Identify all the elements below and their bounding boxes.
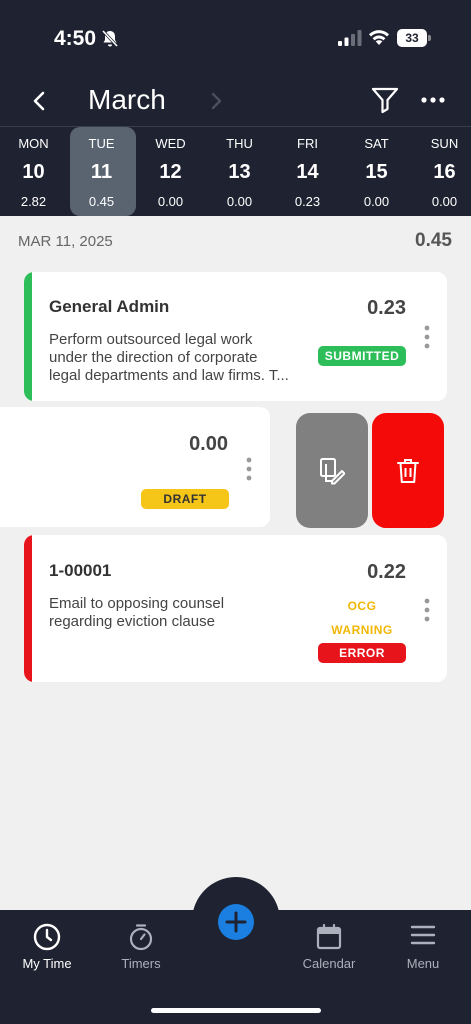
selected-date-label: MAR 11, 2025 [18, 233, 113, 250]
day-sun[interactable]: SUN 16 0.00 [411, 127, 471, 217]
day-name: THU [226, 136, 253, 151]
status-stripe [24, 272, 32, 401]
copy-edit-button[interactable] [296, 413, 368, 528]
ocg-flag: OCG [347, 599, 377, 613]
day-name: SAT [364, 136, 389, 151]
menu-icon [410, 925, 436, 945]
battery-level: 33 [397, 29, 427, 47]
day-hours: 0.00 [157, 194, 184, 209]
time-entry-card[interactable]: 1-00001 0.22 Email to opposing counsel r… [24, 535, 447, 682]
status-time: 4:50 [54, 27, 97, 50]
entry-description: Email to opposing counsel regarding evic… [49, 595, 225, 630]
tab-menu[interactable]: Menu [378, 910, 468, 980]
battery-icon: 33 [397, 29, 431, 47]
entry-title: 1-00001 [49, 561, 112, 580]
plus-icon [225, 911, 247, 933]
day-name: MON [18, 136, 49, 151]
month-title: March [88, 84, 166, 115]
stopwatch-icon [129, 924, 153, 951]
time-entry-card-swiped[interactable]: 0.00 DRAFT [0, 407, 270, 527]
home-indicator [151, 1008, 321, 1013]
tab-label: Calendar [302, 956, 356, 971]
filter-icon[interactable] [371, 86, 399, 114]
day-mon[interactable]: MON 10 2.82 [0, 127, 67, 217]
day-total: 0.45 [415, 230, 452, 251]
entry-title: General Admin [49, 297, 170, 316]
wifi-icon [369, 30, 389, 45]
day-tue[interactable]: TUE 11 0.45 [68, 127, 136, 217]
copy-edit-icon [320, 457, 345, 484]
day-hours: 0.23 [294, 194, 321, 209]
day-date: 15 [365, 161, 388, 183]
day-date: 12 [159, 161, 182, 183]
day-name: SUN [430, 136, 459, 151]
status-badge: ERROR [318, 643, 406, 663]
more-vertical-icon[interactable] [423, 324, 431, 350]
tab-my-time[interactable]: My Time [2, 910, 92, 980]
day-name: WED [155, 136, 186, 151]
status-badge: SUBMITTED [318, 346, 406, 366]
day-fri[interactable]: FRI 14 0.23 [274, 127, 341, 217]
header: 4:50 33 March MON 10 2.82 TUE 11 0.45 WE… [0, 0, 471, 216]
week-strip: MON 10 2.82 TUE 11 0.45 WED 12 0.00 THU … [0, 126, 471, 216]
day-wed[interactable]: WED 12 0.00 [137, 127, 204, 217]
calendar-icon [316, 923, 342, 950]
status-stripe [24, 535, 32, 682]
tab-label: My Time [22, 956, 72, 971]
day-hours: 0.00 [363, 194, 390, 209]
entry-amount: 0.22 [367, 561, 406, 583]
status-bar: 4:50 33 [0, 0, 471, 70]
chevron-left-icon[interactable] [26, 86, 52, 116]
day-summary: MAR 11, 2025 0.45 [0, 224, 471, 258]
month-nav: March [0, 78, 471, 124]
day-date: 14 [296, 161, 319, 183]
tab-label: Menu [406, 956, 440, 971]
day-hours: 0.45 [88, 194, 115, 209]
trash-icon [397, 458, 419, 483]
day-thu[interactable]: THU 13 0.00 [206, 127, 273, 217]
day-name: TUE [88, 136, 115, 151]
clock-icon [33, 923, 61, 951]
bell-muted-icon [101, 29, 119, 48]
day-sat[interactable]: SAT 15 0.00 [343, 127, 410, 217]
entry-amount: 0.00 [189, 433, 228, 455]
signal-icon [338, 30, 362, 46]
day-hours: 0.00 [431, 194, 458, 209]
tab-label: Timers [121, 956, 161, 971]
time-entry-card[interactable]: General Admin 0.23 Perform outsourced le… [24, 272, 447, 401]
day-date: 16 [433, 161, 456, 183]
chevron-right-icon[interactable] [205, 86, 229, 116]
day-hours: 2.82 [20, 194, 47, 209]
tab-timers[interactable]: Timers [96, 910, 186, 980]
delete-button[interactable] [372, 413, 444, 528]
day-date: 10 [22, 161, 45, 183]
day-name: FRI [297, 136, 318, 151]
day-hours: 0.00 [226, 194, 253, 209]
more-vertical-icon[interactable] [423, 597, 431, 623]
day-date: 11 [90, 161, 113, 183]
entry-amount: 0.23 [367, 297, 406, 319]
status-badge: DRAFT [141, 489, 229, 509]
add-entry-button[interactable] [218, 904, 254, 940]
day-date: 13 [228, 161, 251, 183]
more-horizontal-icon[interactable] [420, 91, 446, 109]
entry-description: Perform outsourced legal work under the … [49, 331, 289, 384]
warning-flag: WARNING [331, 623, 393, 637]
more-vertical-icon[interactable] [245, 456, 253, 482]
tab-calendar[interactable]: Calendar [284, 910, 374, 980]
